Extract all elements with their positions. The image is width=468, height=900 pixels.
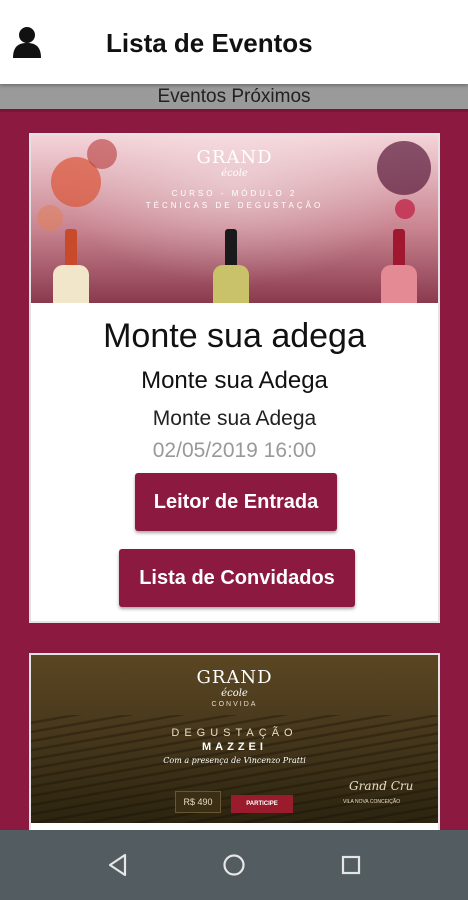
banner-line-1: CURSO - MÓDULO 2 (171, 189, 298, 198)
event-description: Monte sua Adega (152, 407, 317, 430)
event-card[interactable]: GRAND école CURSO - MÓDULO 2 TÉCNICAS DE… (29, 133, 440, 623)
banner-line-2: TÉCNICAS DE DEGUSTAÇÃO (145, 201, 324, 210)
banner-convida: CONVIDA (211, 701, 258, 708)
wine-bottle-rose (381, 229, 417, 303)
entry-reader-button[interactable]: Leitor de Entrada (135, 473, 337, 531)
event-title: Monte sua adega (103, 317, 366, 355)
recents-square-icon[interactable] (338, 852, 364, 878)
event-banner-image: GRAND école CONVIDA DEGUSTAÇÃO MAZZEI Co… (31, 655, 438, 823)
wine-bottle-white (53, 229, 89, 303)
banner-price: R$ 490 (175, 791, 221, 813)
system-nav-bar (0, 830, 468, 900)
back-triangle-icon[interactable] (105, 852, 131, 878)
event-list[interactable]: GRAND école CURSO - MÓDULO 2 TÉCNICAS DE… (0, 112, 468, 830)
banner-line-2: MAZZEI (202, 741, 267, 753)
banner-cta: PARTICIPE (231, 795, 293, 813)
event-card[interactable]: GRAND école CONVIDA DEGUSTAÇÃO MAZZEI Co… (29, 653, 440, 830)
brand-logo: GRAND école (196, 147, 273, 179)
banner-line-3: Com a presença de Vincenzo Pratti (163, 756, 306, 765)
app-bar: Lista de Eventos (0, 0, 468, 84)
section-header: Eventos Próximos (0, 84, 468, 112)
section-label: Eventos Próximos (157, 86, 311, 107)
wine-bottle-green (213, 229, 249, 303)
brand-logo: GRAND école (196, 667, 273, 699)
event-subtitle: Monte sua Adega (141, 367, 328, 394)
person-icon[interactable] (12, 26, 42, 58)
home-circle-icon[interactable] (221, 852, 247, 878)
banner-venue-sub: VILA NOVA CONCEIÇÃO (343, 799, 401, 805)
banner-line-1: DEGUSTAÇÃO (171, 727, 298, 739)
event-datetime: 02/05/2019 16:00 (152, 439, 317, 462)
guest-list-button[interactable]: Lista de Convidados (119, 549, 355, 607)
page-title: Lista de Eventos (106, 28, 313, 58)
banner-venue: Grand Cru (349, 779, 414, 793)
event-banner-image: GRAND école CURSO - MÓDULO 2 TÉCNICAS DE… (31, 135, 438, 303)
